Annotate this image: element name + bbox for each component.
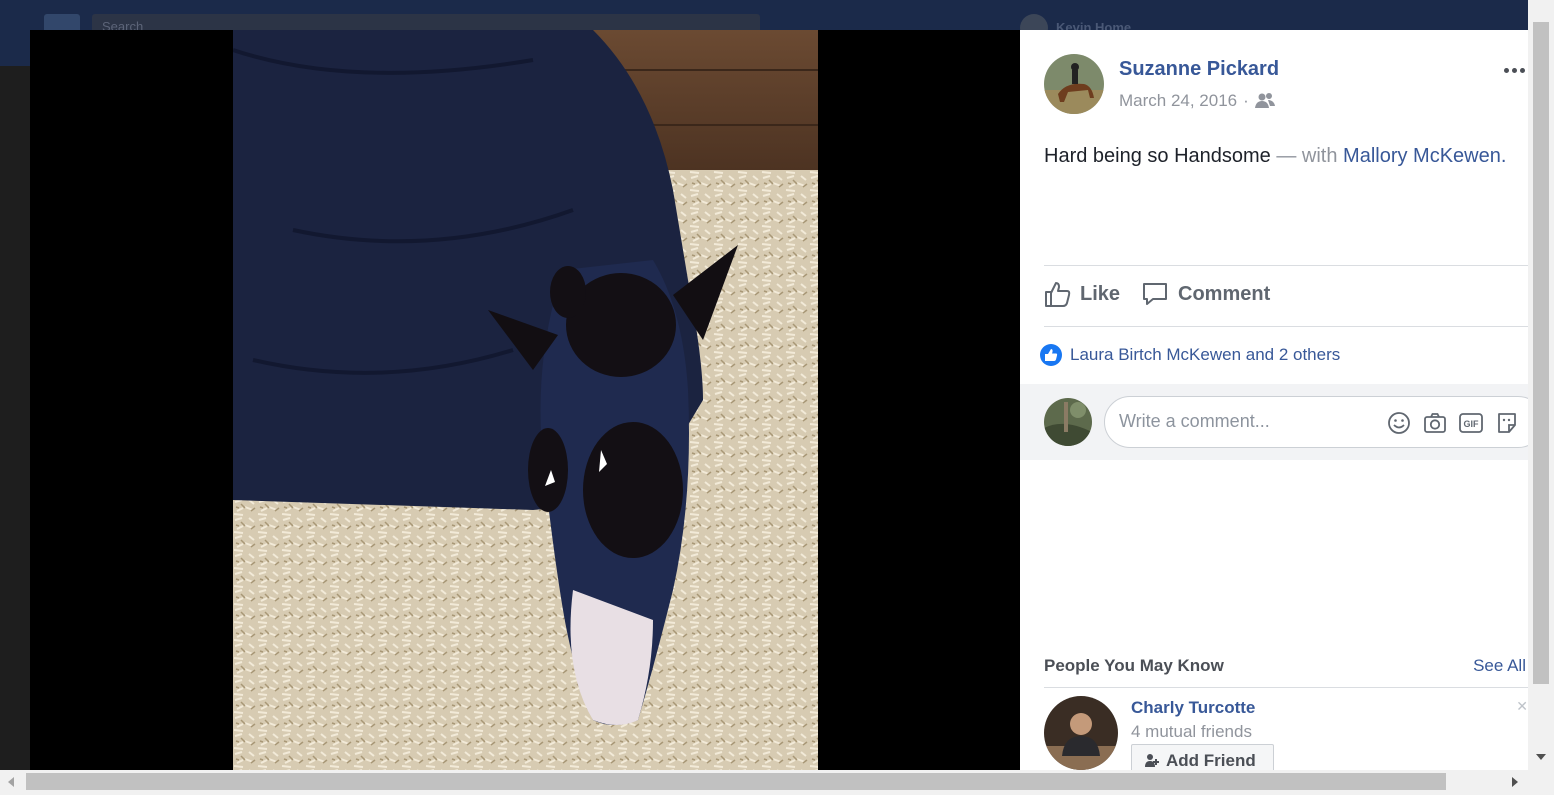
reactions-summary[interactable]: Laura Birtch McKewen and 2 others	[1040, 344, 1340, 366]
divider	[1044, 687, 1528, 688]
post-text: Hard being so Handsome — with Mallory Mc…	[1044, 145, 1506, 168]
comment-label: Comment	[1178, 282, 1271, 305]
scroll-right-arrow-icon[interactable]	[1512, 777, 1518, 787]
post-meta: March 24, 2016 ·	[1119, 91, 1275, 111]
author-avatar[interactable]	[1044, 54, 1104, 114]
dismiss-suggestion-icon[interactable]: ✕	[1516, 698, 1528, 715]
horizontal-scrollbar[interactable]	[0, 770, 1554, 795]
reactions-text[interactable]: Laura Birtch McKewen and 2 others	[1070, 345, 1340, 365]
author-name[interactable]: Suzanne Pickard	[1119, 58, 1279, 81]
comment-bubble-icon	[1143, 283, 1167, 305]
post-side-panel: Suzanne Pickard March 24, 2016 · Hard be…	[1020, 30, 1528, 770]
vertical-scroll-thumb[interactable]	[1533, 22, 1549, 684]
divider	[1044, 326, 1528, 327]
post-message: Hard being so Handsome	[1044, 145, 1271, 167]
like-label: Like	[1080, 282, 1121, 305]
comment-composer: GIF	[1020, 384, 1528, 460]
add-friend-label: Add Friend	[1166, 751, 1256, 770]
scroll-left-arrow-icon[interactable]	[8, 777, 14, 787]
suggested-person-name[interactable]: Charly Turcotte	[1131, 698, 1255, 718]
gif-icon[interactable]: GIF	[1459, 411, 1483, 435]
camera-icon[interactable]	[1423, 411, 1447, 435]
mutual-friends-count[interactable]: 4 mutual friends	[1131, 722, 1252, 742]
thumbs-up-icon	[1045, 282, 1071, 307]
photo-stage[interactable]	[30, 30, 1020, 770]
comment-input[interactable]	[1119, 411, 1369, 432]
like-reaction-icon	[1040, 344, 1062, 366]
horizontal-scroll-thumb[interactable]	[26, 773, 1446, 790]
vertical-scrollbar[interactable]	[1528, 0, 1554, 770]
add-friend-button[interactable]: Add Friend	[1131, 744, 1274, 770]
post-photo[interactable]	[233, 30, 818, 770]
scroll-down-arrow-icon[interactable]	[1536, 754, 1546, 760]
emoji-icon[interactable]	[1387, 411, 1411, 435]
add-friend-icon	[1145, 754, 1159, 767]
friends-icon[interactable]	[1254, 92, 1275, 110]
suggested-person-avatar[interactable]	[1044, 696, 1118, 770]
tagged-person-link[interactable]: Mallory McKewen.	[1343, 145, 1506, 167]
date-separator: ·	[1243, 91, 1249, 110]
more-options-icon[interactable]	[1504, 60, 1528, 80]
comment-button[interactable]: Comment	[1141, 280, 1270, 308]
svg-text:GIF: GIF	[1464, 419, 1480, 429]
divider	[1044, 265, 1528, 266]
pymk-title: People You May Know	[1044, 656, 1224, 675]
current-user-avatar	[1044, 398, 1092, 446]
post-date[interactable]: March 24, 2016	[1119, 91, 1237, 111]
comment-box[interactable]: GIF	[1104, 396, 1528, 448]
sticker-icon[interactable]	[1495, 411, 1519, 435]
with-label: — with	[1270, 145, 1344, 167]
like-button[interactable]: Like	[1043, 280, 1120, 308]
see-all-link[interactable]: See All	[1473, 656, 1526, 676]
